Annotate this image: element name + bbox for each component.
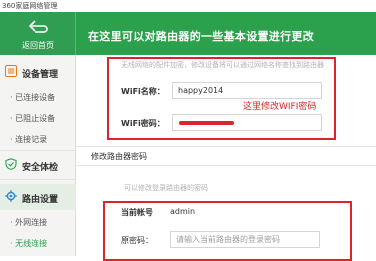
back-home-button[interactable]: 返回首页 [0,12,76,55]
sidebar-section-security-check[interactable]: 安全体检 [0,152,76,178]
sidebar-item-connected-devices[interactable]: · 已连接设备 [10,92,55,103]
sidebar-divider [0,150,76,151]
router-password-section-title: 修改路由器密码 [91,152,147,161]
sidebar-item-blocked-devices[interactable]: · 已阻止设备 [10,113,55,124]
device-list-icon [5,65,17,77]
settings-panel: 无线网络的配件加密，修改设备将可以通过网络名称查找到路由器 WiFi名称： ha… [76,55,376,261]
top-bar: 返回首页 在这里可以对路由器的一些基本设置进行更改 [0,12,376,55]
app-title: 360家庭网络管理 [0,0,376,12]
page-title: 在这里可以对路由器的一些基本设置进行更改 [88,30,314,43]
sidebar-section-label: 设备管理 [22,70,59,80]
router-password-hint: 可以修改登录路由器的密码 [124,184,208,192]
shield-icon [5,158,17,170]
sidebar-item-wan[interactable]: · 外网连接 [10,217,47,228]
sidebar-item-connection-log[interactable]: · 连接记录 [10,134,47,145]
sidebar-section-router-settings[interactable]: 路由设置 [0,184,76,210]
sidebar-divider [0,179,76,180]
sidebar-section-device-management[interactable]: 设备管理 [0,59,76,85]
sidebar-item-wireless[interactable]: · 无线连接 [10,238,47,249]
section-divider [76,165,376,166]
sidebar-item-label: 外网连接 [15,218,48,227]
section-divider [76,146,376,147]
sidebar-item-label: 已阻止设备 [15,114,56,123]
sidebar-item-label: 无线连接 [15,239,48,248]
gear-icon [5,190,17,202]
router-password-highlight-box [103,201,352,261]
sidebar-item-label: 连接记录 [15,135,48,144]
sidebar-item-label: 已连接设备 [15,93,56,102]
back-home-label: 返回首页 [22,41,54,50]
back-arrow-icon [27,18,49,38]
sidebar: 设备管理 · 已连接设备 · 已阻止设备 · 连接记录 安全体检 路由设置 · … [0,55,76,256]
wifi-annotation: 这里修改WIFI密码 [243,102,317,112]
sidebar-section-label: 路由设置 [22,195,59,205]
sidebar-section-label: 安全体检 [22,163,59,173]
